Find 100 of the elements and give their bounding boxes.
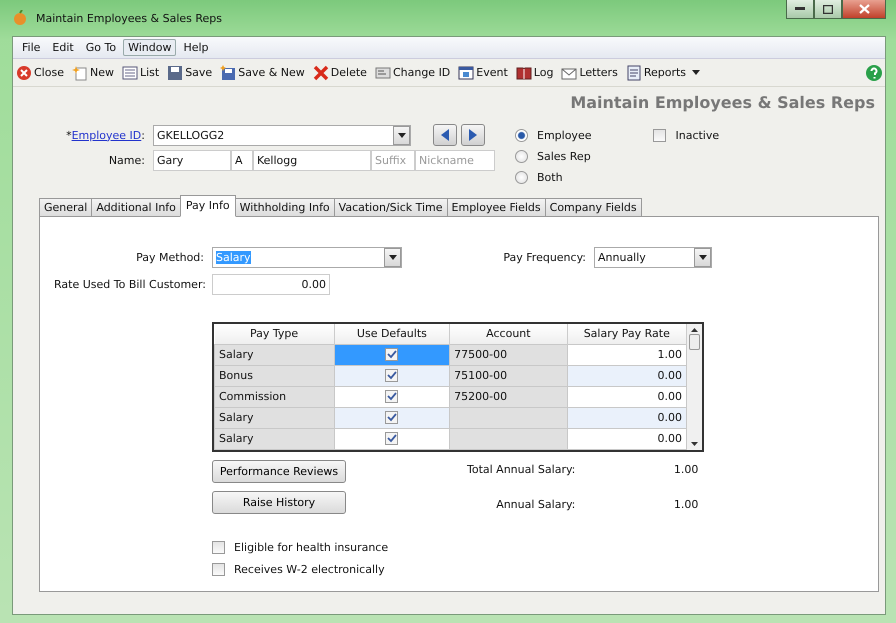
field-label: Name: [108, 154, 146, 166]
window-title: Maintain Employees & Sales Reps [36, 12, 222, 24]
tab[interactable]: Additional Info [91, 198, 181, 217]
toolbar-button[interactable]: Delete [312, 64, 368, 80]
menu-item[interactable]: Window [123, 39, 176, 56]
toolbar-button[interactable]: Save [166, 64, 214, 80]
checkbox-label: Eligible for health insurance [234, 540, 388, 554]
column-header: Account [450, 324, 568, 344]
toolbar-button[interactable]: List [120, 64, 160, 80]
middle-initial-field[interactable]: A [231, 150, 253, 170]
action-button[interactable]: Performance Reviews [212, 460, 346, 482]
toolbar-button[interactable]: Event [457, 64, 509, 80]
menu-item[interactable]: File [17, 39, 46, 56]
toolbar-button[interactable]: Change ID [374, 64, 452, 80]
employee-id-link[interactable]: Employee ID [72, 128, 142, 142]
employee-id-combo[interactable]: GKELLOGG2 [153, 124, 411, 146]
nickname-field[interactable]: Nickname [415, 150, 495, 170]
close-button[interactable] [842, 0, 886, 19]
column-header: Pay Type [214, 324, 334, 344]
table-cell: Commission [214, 386, 334, 407]
bill-rate-field[interactable]: 0.00 [212, 274, 330, 294]
table-cell: 0.00 [567, 428, 686, 449]
table-cell[interactable] [334, 344, 450, 365]
toolbar-button[interactable]: New [70, 64, 115, 80]
maximize-button[interactable] [814, 0, 842, 19]
toolbar-button[interactable]: Save & New [219, 64, 306, 80]
checkbox-label: Inactive [675, 129, 720, 142]
table-cell[interactable] [334, 407, 450, 428]
checkbox[interactable] [212, 540, 225, 554]
tab[interactable]: Vacation/Sick Time [334, 198, 448, 217]
scroll-up-icon[interactable] [691, 328, 698, 332]
scrollbar[interactable] [687, 324, 702, 450]
radio-button[interactable] [515, 129, 528, 142]
toolbar-button[interactable]: Reports [624, 64, 702, 80]
radio-label: Both [537, 171, 563, 184]
previous-button[interactable] [433, 124, 457, 146]
action-button[interactable]: Raise History [212, 490, 346, 514]
scroll-thumb[interactable] [689, 334, 700, 350]
page-heading: Maintain Employees & Sales Reps [569, 92, 876, 112]
close-icon [16, 64, 32, 80]
table-cell[interactable] [334, 365, 450, 386]
radio-button[interactable] [515, 171, 528, 184]
maximize-icon [823, 4, 833, 14]
calendar-icon [458, 64, 474, 80]
tab[interactable]: Company Fields [544, 198, 642, 217]
checkbox[interactable] [385, 368, 398, 382]
total-label: Annual Salary: [495, 498, 576, 513]
right-arrow-icon [469, 129, 477, 141]
close-icon [858, 4, 870, 14]
caret-icon [398, 132, 406, 138]
table-cell: 0.00 [567, 386, 686, 407]
checkbox[interactable] [653, 129, 666, 142]
field-label: Pay Method: [135, 250, 205, 264]
table-cell: 75100-00 [450, 365, 568, 386]
radio-label: Sales Rep [537, 150, 591, 163]
checkbox[interactable] [385, 432, 398, 444]
column-header: Salary Pay Rate [567, 324, 686, 344]
toolbar-button[interactable]: Letters [560, 64, 619, 80]
sparkle-page-icon [72, 64, 88, 80]
checkbox[interactable] [385, 348, 398, 360]
tab[interactable]: Withholding Info [234, 198, 335, 217]
apple-icon [12, 10, 28, 26]
table-cell[interactable] [334, 386, 450, 407]
delete-icon [312, 64, 329, 80]
checkbox[interactable] [212, 562, 225, 576]
scroll-down-icon[interactable] [691, 442, 698, 446]
toolbar-button[interactable]: Log [514, 64, 554, 80]
caret-icon [698, 254, 706, 260]
table-cell: Salary [214, 344, 334, 365]
column-header: Use Defaults [334, 324, 450, 344]
next-button[interactable] [461, 124, 485, 146]
menu-item[interactable]: Edit [47, 39, 79, 56]
suffix-field[interactable]: Suffix [371, 150, 415, 170]
radio-button[interactable] [515, 150, 528, 163]
menu-item[interactable]: Go To [80, 39, 122, 56]
tab[interactable]: Employee Fields [446, 198, 546, 217]
list-icon [122, 64, 138, 80]
checkbox[interactable] [385, 410, 398, 424]
table-cell: 0.00 [567, 365, 686, 386]
minimize-button[interactable] [786, 0, 814, 19]
table-cell[interactable] [334, 428, 450, 449]
table-cell: 77500-00 [450, 344, 568, 365]
total-label: Total Annual Salary: [467, 462, 576, 478]
minimize-icon [795, 7, 805, 11]
total-value: 1.00 [672, 498, 698, 513]
field-label: *Employee ID: [65, 128, 145, 142]
tab[interactable]: General [39, 198, 92, 217]
tab[interactable]: Pay Info [180, 195, 236, 217]
left-arrow-icon [441, 129, 449, 141]
field-label: Rate Used To Bill Customer: [54, 278, 207, 290]
pay-frequency-combo[interactable]: Annually [594, 246, 712, 268]
checkbox[interactable] [385, 390, 398, 402]
menu-item[interactable]: Help [178, 39, 214, 56]
table-cell: 75200-00 [450, 386, 568, 407]
table-cell: Bonus [214, 365, 334, 386]
help-icon[interactable] [865, 64, 883, 82]
first-name-field[interactable]: Gary [153, 150, 231, 170]
last-name-field[interactable]: Kellogg [253, 150, 371, 170]
toolbar-button[interactable]: Close [15, 64, 65, 80]
table-cell: 1.00 [567, 344, 686, 365]
